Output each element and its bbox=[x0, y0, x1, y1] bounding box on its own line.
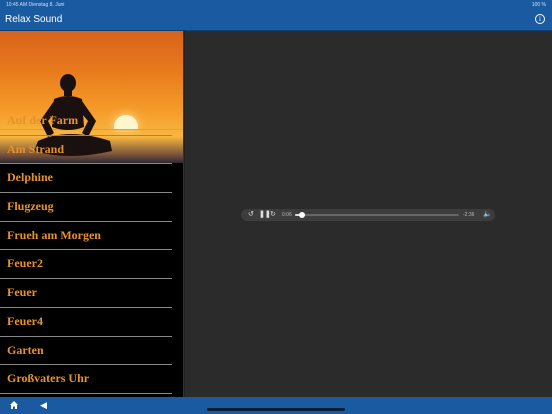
list-item[interactable]: Flugzeug bbox=[0, 193, 172, 222]
sound-list: Auf der Farm Am Strand Delphine Flugzeug… bbox=[0, 107, 172, 394]
skip-forward-icon[interactable]: ↻ bbox=[270, 211, 276, 219]
bottom-toolbar: ◀ bbox=[0, 397, 552, 414]
pause-icon[interactable]: ❚❚ bbox=[259, 211, 271, 219]
status-battery: 100 % bbox=[531, 2, 546, 8]
remaining-time: -2:36 bbox=[463, 212, 475, 218]
list-item[interactable]: Großvaters Uhr bbox=[0, 365, 172, 394]
list-item-label: Garten bbox=[7, 342, 44, 357]
back-arrow-icon[interactable]: ◀ bbox=[40, 400, 47, 411]
audio-player: ↺ ❚❚ ↻ 0:06 -2:36 🔈 bbox=[241, 209, 495, 221]
list-item[interactable]: Frueh am Morgen bbox=[0, 222, 172, 251]
status-time-date: 10:45 AM Dienstag 8. Juni bbox=[6, 2, 65, 8]
skip-back-icon[interactable]: ↺ bbox=[248, 211, 254, 219]
list-item[interactable]: Feuer bbox=[0, 279, 172, 308]
progress-knob[interactable] bbox=[298, 212, 305, 218]
list-item-label: Frueh am Morgen bbox=[7, 227, 101, 242]
list-item[interactable]: Feuer4 bbox=[0, 308, 172, 337]
info-icon[interactable]: i bbox=[535, 14, 545, 24]
elapsed-time: 0:06 bbox=[282, 212, 292, 218]
list-item-label: Feuer4 bbox=[7, 313, 43, 328]
progress-track[interactable] bbox=[295, 214, 459, 216]
volume-icon[interactable]: 🔈 bbox=[483, 211, 492, 219]
list-item[interactable]: Am Strand bbox=[0, 136, 172, 165]
player-area: ↺ ❚❚ ↻ 0:06 -2:36 🔈 bbox=[185, 31, 552, 397]
list-item-label: Flugzeug bbox=[7, 199, 54, 214]
list-item-label: Feuer2 bbox=[7, 256, 43, 271]
list-item-label: Am Strand bbox=[7, 141, 65, 156]
list-item-label: Delphine bbox=[7, 170, 54, 185]
status-bar: 10:45 AM Dienstag 8. Juni 100 % bbox=[0, 0, 552, 9]
list-item[interactable]: Auf der Farm bbox=[0, 107, 172, 136]
list-item[interactable]: Delphine bbox=[0, 164, 172, 194]
list-item-label: Auf der Farm bbox=[7, 113, 79, 127]
home-indicator bbox=[207, 408, 345, 411]
list-item[interactable]: Garten bbox=[0, 337, 172, 366]
app-title: Relax Sound bbox=[5, 14, 63, 25]
list-item-label: Feuer bbox=[7, 285, 37, 300]
sidebar: Auf der Farm Am Strand Delphine Flugzeug… bbox=[0, 31, 184, 397]
navigation-bar: Relax Sound i bbox=[0, 9, 552, 31]
list-item[interactable]: Feuer2 bbox=[0, 250, 172, 280]
list-item-label: Großvaters Uhr bbox=[7, 371, 90, 386]
home-icon[interactable] bbox=[9, 400, 19, 410]
